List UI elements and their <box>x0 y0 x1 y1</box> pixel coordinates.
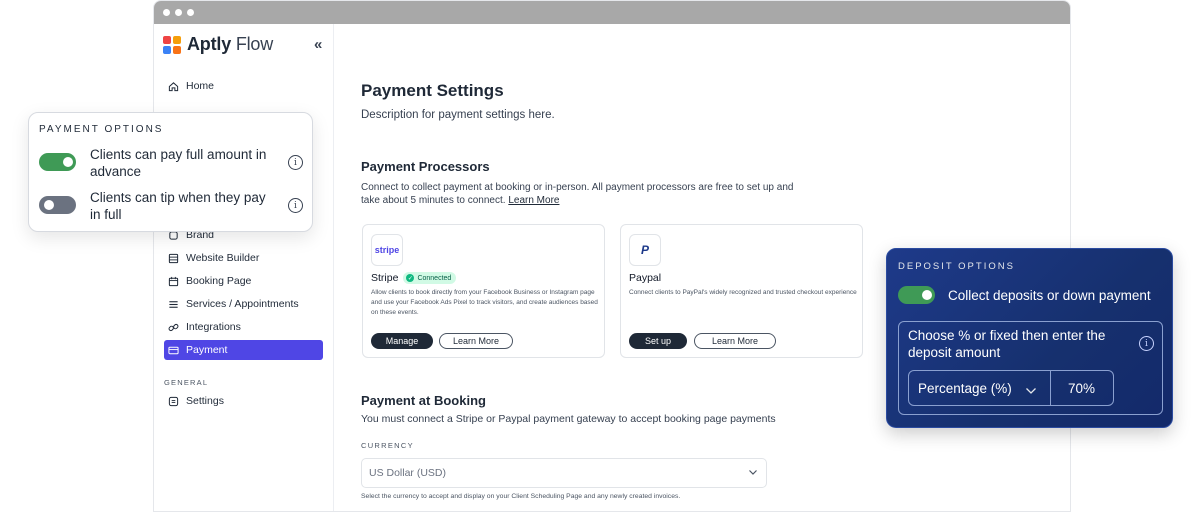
window-dot-minimize[interactable] <box>175 9 182 16</box>
deposit-box-text: Choose % or fixed then enter the deposit… <box>908 328 1106 360</box>
paypal-logo-icon: P <box>629 234 661 266</box>
processor-description: Connect clients to PayPal's widely recog… <box>629 289 857 296</box>
stripe-learn-more-button[interactable]: Learn More <box>439 333 513 349</box>
sidebar-item-integrations[interactable]: Integrations <box>164 317 323 337</box>
deposit-type-value: Percentage (%) <box>918 381 1012 396</box>
payment-options-panel: PAYMENT OPTIONS Clients can pay full amo… <box>28 112 313 232</box>
page-title: Payment Settings <box>361 81 504 100</box>
stripe-card: stripe Stripe ✓ Connected Allow clients … <box>362 224 605 358</box>
tip-toggle[interactable] <box>39 196 76 214</box>
collapse-sidebar-icon[interactable]: « <box>314 36 322 53</box>
info-icon[interactable]: i <box>288 155 303 170</box>
currency-label: CURRENCY <box>361 441 414 450</box>
sidebar-item-home[interactable]: Home <box>164 76 323 96</box>
deposit-amount-box: Choose % or fixed then enter the deposit… <box>898 321 1163 415</box>
logo-icon <box>163 35 181 54</box>
app-logo[interactable]: Aptly Flow <box>163 34 273 55</box>
sidebar-item-label: Integrations <box>186 321 241 333</box>
sidebar-item-label: Booking Page <box>186 275 252 287</box>
info-icon[interactable]: i <box>1139 336 1154 351</box>
tip-label: Clients can tip when they pay in full <box>90 190 266 222</box>
processor-name: Stripe ✓ Connected <box>371 272 457 284</box>
currency-select[interactable]: US Dollar (USD) <box>361 458 767 488</box>
select-divider <box>1050 371 1051 405</box>
payment-options-title: PAYMENT OPTIONS <box>39 124 164 135</box>
stripe-logo-icon: stripe <box>371 234 403 266</box>
sidebar-item-label: Payment <box>186 344 228 356</box>
info-icon[interactable]: i <box>288 198 303 213</box>
processors-heading: Payment Processors <box>361 159 490 174</box>
chevron-down-icon <box>1025 383 1037 401</box>
manage-button[interactable]: Manage <box>371 333 433 349</box>
calendar-icon <box>168 276 179 287</box>
collect-deposits-toggle[interactable] <box>898 286 935 304</box>
settings-icon <box>168 396 179 407</box>
sidebar-item-booking-page[interactable]: Booking Page <box>164 271 323 291</box>
processors-text: Connect to collect payment at booking or… <box>361 182 794 206</box>
sidebar-section-general: GENERAL <box>164 378 209 387</box>
chevron-down-icon <box>748 467 758 477</box>
sidebar-item-label: Home <box>186 80 215 92</box>
sidebar: Aptly Flow « Home Brand Website Builder … <box>154 24 334 511</box>
processor-description: Allow clients to book directly from your… <box>371 289 598 316</box>
deposit-options-title: DEPOSIT OPTIONS <box>898 261 1015 272</box>
page-description: Description for payment settings here. <box>361 109 555 121</box>
booking-heading: Payment at Booking <box>361 393 486 408</box>
currency-value: US Dollar (USD) <box>369 467 447 479</box>
paypal-learn-more-button[interactable]: Learn More <box>694 333 776 349</box>
paypal-card: P Paypal Connect clients to PayPal's wid… <box>620 224 863 358</box>
window-titlebar <box>154 1 1070 24</box>
currency-help-text: Select the currency to accept and displa… <box>361 493 681 500</box>
sidebar-item-label: Website Builder <box>186 252 260 264</box>
sidebar-item-label: Settings <box>186 395 224 407</box>
window-dot-close[interactable] <box>163 9 170 16</box>
connected-badge: ✓ Connected <box>403 272 457 284</box>
processors-learn-more-link[interactable]: Learn More <box>508 195 559 206</box>
website-icon <box>168 253 179 264</box>
link-icon <box>168 322 179 333</box>
pay-full-label: Clients can pay full amount in advance <box>90 147 267 179</box>
deposit-amount-input[interactable]: 70% <box>1068 380 1095 397</box>
window-dot-maximize[interactable] <box>187 9 194 16</box>
list-icon <box>168 299 179 310</box>
processor-name: Paypal <box>629 272 662 284</box>
deposit-options-panel: DEPOSIT OPTIONS Collect deposits or down… <box>886 248 1173 428</box>
credit-card-icon <box>168 345 179 356</box>
sidebar-item-settings[interactable]: Settings <box>164 391 323 411</box>
collect-deposits-label: Collect deposits or down payment <box>948 288 1151 303</box>
deposit-type-select[interactable]: Percentage (%) 70% <box>908 370 1114 406</box>
app-name: Aptly Flow <box>187 34 274 54</box>
booking-text: You must connect a Stripe or Paypal paym… <box>361 413 776 425</box>
sidebar-item-services[interactable]: Services / Appointments <box>164 294 323 314</box>
sidebar-item-label: Services / Appointments <box>186 298 299 310</box>
sidebar-item-website-builder[interactable]: Website Builder <box>164 248 323 268</box>
home-icon <box>168 81 179 92</box>
setup-button[interactable]: Set up <box>629 333 687 349</box>
sidebar-item-payment[interactable]: Payment <box>164 340 323 360</box>
check-icon: ✓ <box>406 274 415 282</box>
pay-full-toggle[interactable] <box>39 153 76 171</box>
stage: Aptly Flow « Home Brand Website Builder … <box>0 0 1200 512</box>
